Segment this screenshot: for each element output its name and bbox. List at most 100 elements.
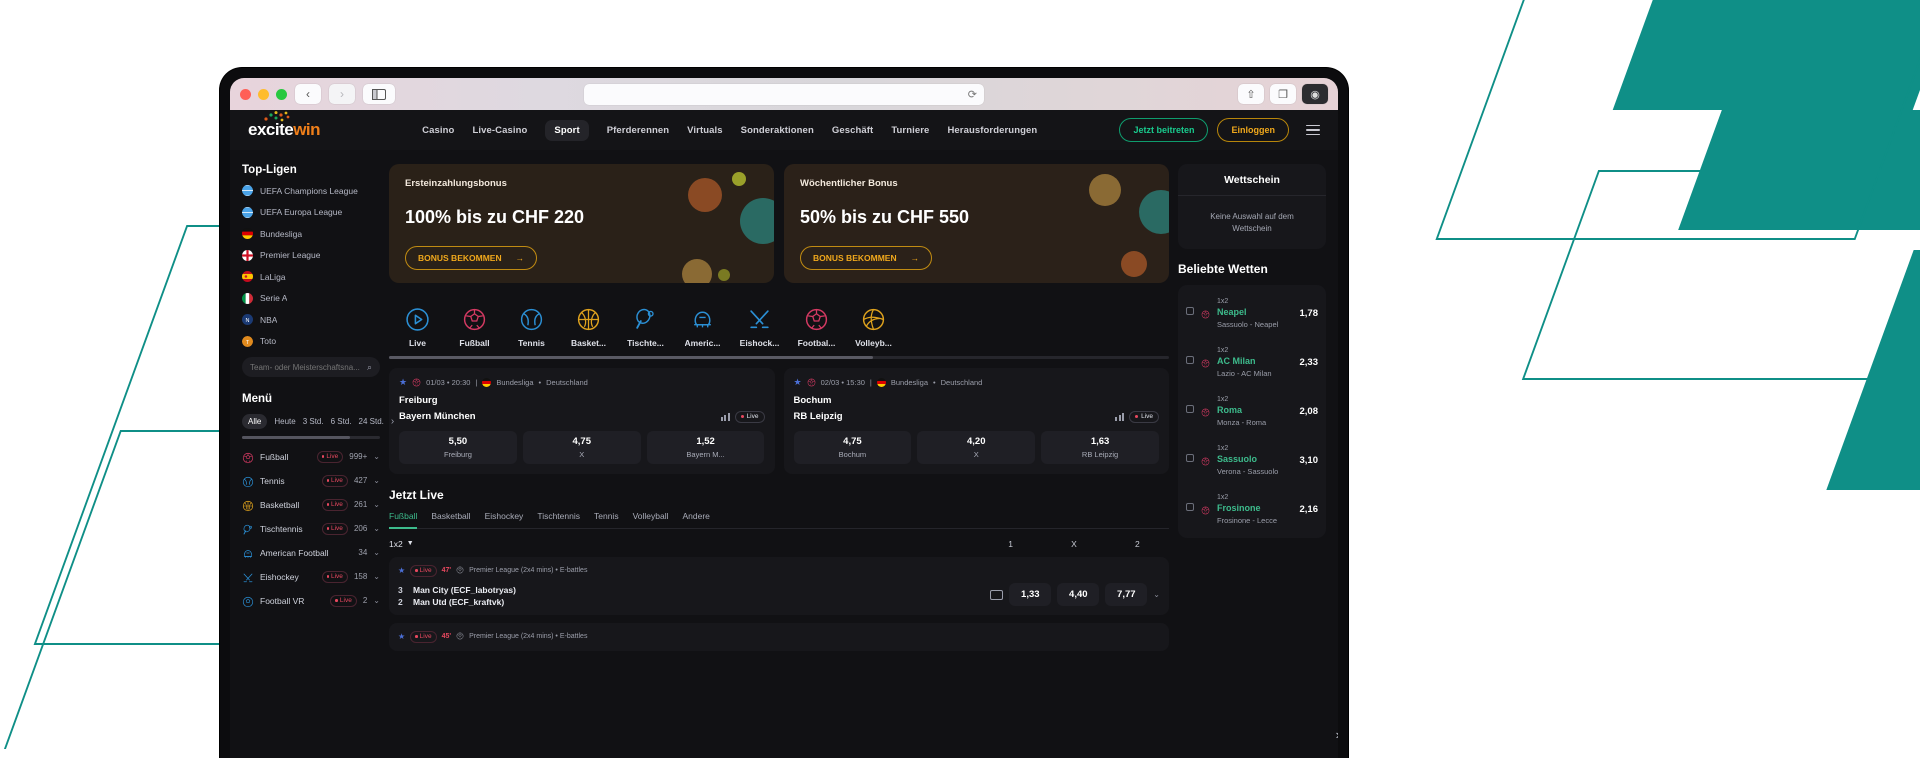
sport-tab-0[interactable]: Live: [389, 307, 446, 348]
bet-checkbox[interactable]: [1186, 503, 1194, 511]
reload-icon[interactable]: ⟳: [968, 88, 977, 101]
chevron-down-icon[interactable]: ⌄: [373, 524, 380, 533]
league-item-0[interactable]: UEFA Champions League: [242, 185, 380, 196]
live-match-row-1[interactable]: ★Live45'Premier League (2x4 mins) • E-ba…: [389, 623, 1169, 651]
bonus-cta-button-2[interactable]: BONUS BEKOMMEN →: [800, 246, 932, 270]
profile-icon[interactable]: ◉: [1302, 84, 1328, 104]
back-chevron-icon[interactable]: ‹: [295, 84, 321, 104]
favorite-star-icon[interactable]: ★: [794, 377, 802, 388]
odd-button-2[interactable]: 1,52Bayern M...: [647, 431, 765, 464]
statistics-icon[interactable]: [721, 413, 730, 421]
sidebar-sport-3[interactable]: TischtennisLive206⌄: [242, 523, 380, 535]
odd-button-0[interactable]: 5,50Freiburg: [399, 431, 517, 464]
nav-item-live-casino[interactable]: Live-Casino: [472, 125, 527, 136]
sport-strip-next-icon[interactable]: ›: [1336, 727, 1338, 742]
sidebar-sport-6[interactable]: Football VRLive2⌄: [242, 595, 380, 607]
nav-item-geschaeft[interactable]: Geschäft: [832, 125, 873, 136]
tv-icon[interactable]: [990, 590, 1003, 600]
live-match-row-0[interactable]: ★Live47'Premier League (2x4 mins) • E-ba…: [389, 557, 1169, 615]
live-tab-0[interactable]: Fußball: [389, 511, 417, 529]
sidebar-toggle-icon[interactable]: [363, 84, 395, 104]
live-odd-1[interactable]: 4,40: [1057, 583, 1099, 606]
tabs-icon[interactable]: ❐: [1270, 84, 1296, 104]
chevron-down-icon[interactable]: ⌄: [373, 452, 380, 461]
login-button[interactable]: Einloggen: [1217, 118, 1289, 142]
time-filter-24std[interactable]: 24 Std.: [359, 417, 384, 426]
league-item-1[interactable]: UEFA Europa League: [242, 207, 380, 218]
sport-tab-8[interactable]: Volleyb...: [845, 307, 902, 348]
match-card-1[interactable]: ★02/03 • 15:30|Bundesliga•DeutschlandBoc…: [784, 368, 1170, 474]
favorite-star-icon[interactable]: ★: [399, 377, 407, 388]
popular-bet-0[interactable]: 1x2NeapelSassuolo - Neapel1,78: [1186, 289, 1318, 338]
sport-tab-7[interactable]: Footbal...: [788, 307, 845, 348]
league-item-5[interactable]: Serie A: [242, 293, 380, 304]
league-item-6[interactable]: NNBA: [242, 314, 380, 325]
time-filter-next-arrow-icon[interactable]: ›: [391, 416, 394, 427]
odd-button-1[interactable]: 4,75X: [523, 431, 641, 464]
favorite-star-icon[interactable]: ★: [398, 566, 405, 575]
match-card-0[interactable]: ★01/03 • 20:30|Bundesliga•DeutschlandFre…: [389, 368, 775, 474]
minimize-window-button[interactable]: [258, 89, 269, 100]
nav-item-sonderaktionen[interactable]: Sonderaktionen: [741, 125, 814, 136]
address-bar[interactable]: ⟳: [584, 84, 984, 105]
nav-item-herausforderungen[interactable]: Herausforderungen: [947, 125, 1037, 136]
live-odd-0[interactable]: 1,33: [1009, 583, 1051, 606]
nav-item-pferderennen[interactable]: Pferderennen: [607, 125, 669, 136]
time-filter-alle[interactable]: Alle: [242, 414, 267, 429]
favorite-star-icon[interactable]: ★: [398, 632, 405, 641]
bet-checkbox[interactable]: [1186, 356, 1194, 364]
live-odd-2[interactable]: 7,77: [1105, 583, 1147, 606]
sport-strip-scrollbar[interactable]: [389, 356, 1169, 359]
odd-button-1[interactable]: 4,20X: [917, 431, 1035, 464]
time-filter-scrollbar[interactable]: [242, 436, 380, 439]
live-tab-5[interactable]: Volleyball: [633, 511, 669, 521]
nav-item-sport[interactable]: Sport: [545, 120, 588, 141]
sport-tab-1[interactable]: Fußball: [446, 307, 503, 348]
league-item-7[interactable]: TToto: [242, 336, 380, 347]
time-filter-3std[interactable]: 3 Std.: [303, 417, 324, 426]
maximize-window-button[interactable]: [276, 89, 287, 100]
sidebar-sport-5[interactable]: EishockeyLive158⌄: [242, 571, 380, 583]
share-icon[interactable]: ⇧: [1238, 84, 1264, 104]
sidebar-sport-0[interactable]: FußballLive999+⌄: [242, 451, 380, 463]
nav-item-virtuals[interactable]: Virtuals: [687, 125, 722, 136]
bet-checkbox[interactable]: [1186, 405, 1194, 413]
live-tab-3[interactable]: Tischtennis: [537, 511, 580, 521]
live-tab-4[interactable]: Tennis: [594, 511, 619, 521]
chevron-down-icon[interactable]: ⌄: [1153, 590, 1160, 599]
popular-bet-1[interactable]: 1x2AC MilanLazio - AC Milan2,33: [1186, 338, 1318, 387]
sport-tab-5[interactable]: Americ...: [674, 307, 731, 348]
league-item-3[interactable]: Premier League: [242, 250, 380, 261]
live-tab-2[interactable]: Eishockey: [485, 511, 524, 521]
statistics-icon[interactable]: [1115, 413, 1124, 421]
popular-bet-2[interactable]: 1x2RomaMonza - Roma2,08: [1186, 387, 1318, 436]
sport-tab-3[interactable]: Basket...: [560, 307, 617, 348]
live-tab-1[interactable]: Basketball: [431, 511, 470, 521]
chevron-down-icon[interactable]: ⌄: [373, 548, 380, 557]
join-now-button[interactable]: Jetzt beitreten: [1119, 118, 1208, 142]
league-item-2[interactable]: Bundesliga: [242, 228, 380, 239]
popular-bet-3[interactable]: 1x2SassuoloVerona - Sassuolo3,10: [1186, 436, 1318, 485]
chevron-down-icon[interactable]: ⌄: [373, 476, 380, 485]
time-filter-heute[interactable]: Heute: [274, 417, 295, 426]
league-search-input[interactable]: [250, 363, 363, 372]
league-search-box[interactable]: ⌕: [242, 357, 380, 377]
sport-tab-2[interactable]: Tennis: [503, 307, 560, 348]
sidebar-sport-4[interactable]: American Football34⌄: [242, 547, 380, 559]
bet-checkbox[interactable]: [1186, 307, 1194, 315]
market-selector[interactable]: 1x2 ▼: [389, 539, 414, 549]
odd-button-0[interactable]: 4,75Bochum: [794, 431, 912, 464]
sport-tab-4[interactable]: Tischte...: [617, 307, 674, 348]
forward-chevron-icon[interactable]: ›: [329, 84, 355, 104]
chevron-down-icon[interactable]: ⌄: [373, 596, 380, 605]
chevron-down-icon[interactable]: ⌄: [373, 500, 380, 509]
search-icon[interactable]: ⌕: [367, 362, 372, 373]
sidebar-sport-2[interactable]: BasketballLive261⌄: [242, 499, 380, 511]
time-filter-6std[interactable]: 6 Std.: [331, 417, 352, 426]
window-controls[interactable]: [240, 89, 287, 100]
popular-bet-4[interactable]: 1x2FrosinoneFrosinone - Lecce2,16: [1186, 485, 1318, 534]
chevron-down-icon[interactable]: ⌄: [373, 572, 380, 581]
nav-item-casino[interactable]: Casino: [422, 125, 454, 136]
nav-item-turniere[interactable]: Turniere: [891, 125, 929, 136]
sidebar-sport-1[interactable]: TennisLive427⌄: [242, 475, 380, 487]
